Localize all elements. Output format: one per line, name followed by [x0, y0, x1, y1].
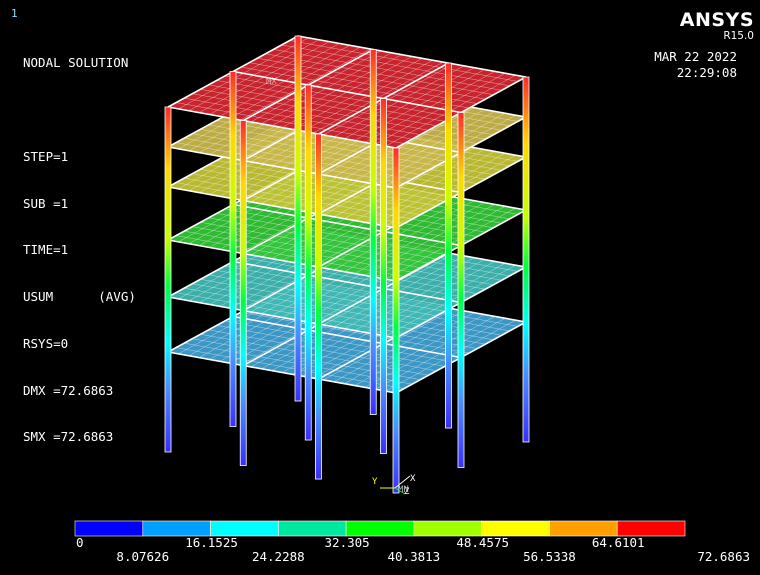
- legend-upper-label: 32.305: [325, 535, 370, 550]
- legend-swatch: [210, 520, 279, 537]
- legend-upper-label: 0: [76, 535, 84, 550]
- legend-labels: 0 16.1525 32.305 48.4575 64.6101 8.07626 24.22…: [76, 535, 750, 564]
- legend-upper-label: 48.4575: [456, 535, 509, 550]
- legend-swatch: [616, 520, 686, 537]
- legend-swatch: [278, 520, 347, 537]
- legend-swatch: [345, 520, 415, 537]
- legend-swatch: [549, 520, 618, 537]
- legend-lower-label: 72.6863: [697, 549, 750, 564]
- legend-lower-label: 24.2288: [252, 549, 305, 564]
- legend-swatch: [413, 520, 482, 537]
- legend-swatch: [481, 520, 550, 537]
- legend-swatch: [142, 520, 211, 537]
- legend-swatch: [74, 520, 144, 537]
- legend-upper-label: 64.6101: [592, 535, 645, 550]
- contour-legend: 0 16.1525 32.305 48.4575 64.6101 8.07626 24.22…: [74, 520, 750, 564]
- legend-lower-label: 56.5338: [523, 549, 576, 564]
- legend-lower-label: 40.3813: [388, 549, 441, 564]
- legend-upper-label: 16.1525: [185, 535, 238, 550]
- legend-lower-label: 8.07626: [116, 549, 169, 564]
- legend-color-bar: [74, 520, 686, 537]
